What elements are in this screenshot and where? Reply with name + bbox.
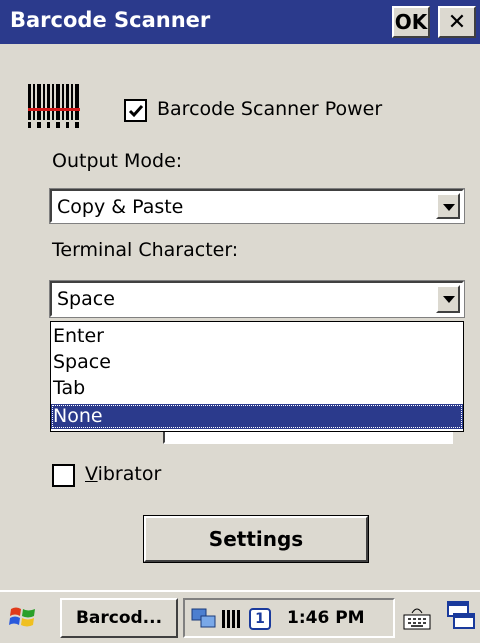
terminal-char-value: Space [57, 288, 115, 310]
vibrator-checkbox[interactable] [52, 464, 75, 487]
keyboard-icon[interactable] [402, 602, 432, 632]
dropdown-option-tab[interactable]: Tab [51, 376, 463, 401]
clock[interactable]: 1:46 PM [287, 608, 365, 628]
output-mode-select[interactable]: Copy & Paste [49, 188, 465, 224]
dropdown-option-enter[interactable]: Enter [51, 324, 463, 349]
terminal-char-dropdown: Enter Space Tab None [50, 321, 464, 432]
dropdown-option-none[interactable]: None [51, 404, 463, 429]
windows-start-icon[interactable] [8, 602, 38, 632]
chevron-down-icon[interactable] [436, 193, 460, 219]
barcode-icon [28, 84, 80, 128]
battery-icon[interactable] [221, 608, 243, 630]
output-mode-label: Output Mode: [52, 150, 183, 172]
input-mode-icon[interactable]: 1 [249, 608, 271, 630]
power-checkbox[interactable] [124, 99, 147, 122]
chevron-down-icon[interactable] [436, 285, 460, 313]
power-label: Barcode Scanner Power [157, 98, 383, 120]
network-icon[interactable] [191, 606, 217, 630]
taskbar: Barcod... 1 1:46 PM [0, 590, 480, 643]
output-mode-value: Copy & Paste [57, 196, 184, 218]
settings-button[interactable]: Settings [143, 515, 369, 563]
title-bar: Barcode Scanner OK ✕ [0, 0, 480, 44]
vibrator-label-accel: V [85, 463, 98, 485]
system-tray: 1 1:46 PM [183, 598, 395, 638]
window-title: Barcode Scanner [10, 8, 211, 32]
task-barcode-scanner[interactable]: Barcod... [60, 598, 178, 638]
ok-button[interactable]: OK [392, 6, 430, 38]
dropdown-option-space[interactable]: Space [51, 350, 463, 375]
terminal-char-select[interactable]: Space [49, 280, 465, 318]
checkmark-icon [128, 105, 144, 118]
close-button[interactable]: ✕ [438, 6, 476, 38]
desktop-icon[interactable] [446, 600, 476, 632]
vibrator-label-rest: ibrator [97, 463, 162, 485]
terminal-char-label: Terminal Character: [52, 239, 239, 261]
vibrator-label: Vibrator [85, 463, 161, 485]
